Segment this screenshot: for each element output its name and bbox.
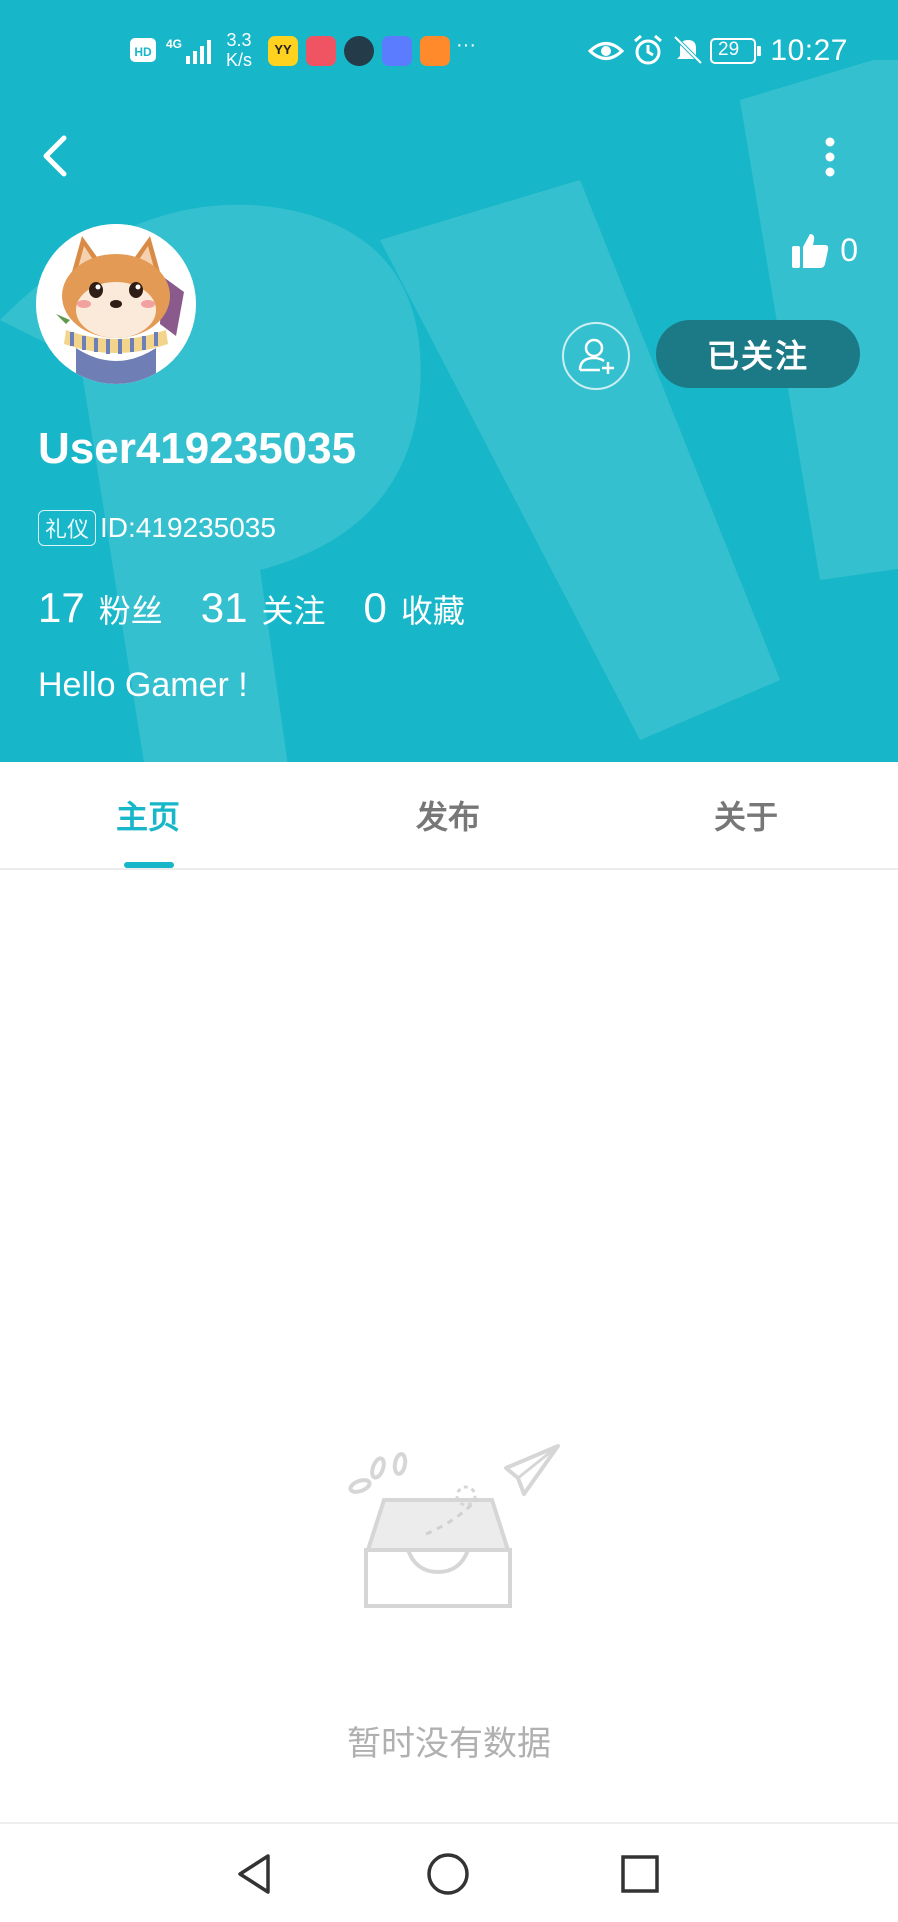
active-tab-indicator xyxy=(124,862,174,868)
profile-header: HD 4G 3.3 K/s YY ··· 29 10:27 0 已关注 User… xyxy=(0,0,898,762)
watermark-logo xyxy=(0,60,898,762)
profile-tabs: 主页 发布 关于 xyxy=(0,762,898,870)
avatar[interactable] xyxy=(36,224,196,384)
more-options-icon[interactable] xyxy=(812,132,848,182)
system-navigation-bar xyxy=(0,1822,898,1922)
browser-app-icon xyxy=(344,36,374,66)
username: User419235035 xyxy=(38,424,357,473)
signal-icon: 4G xyxy=(166,37,211,64)
shiba-dog-avatar-image xyxy=(36,224,196,384)
add-friend-button[interactable] xyxy=(562,322,630,390)
network-speed: 3.3 K/s xyxy=(226,30,253,70)
following-label[interactable]: 关注 xyxy=(261,586,325,632)
fans-label[interactable]: 粉丝 xyxy=(99,586,163,632)
music-app-icon xyxy=(382,36,412,66)
favorites-count[interactable]: 0 xyxy=(363,584,386,632)
thumbs-up-icon xyxy=(792,234,829,268)
like-button[interactable]: 0 xyxy=(790,228,858,272)
user-bio: Hello Gamer ! xyxy=(38,666,248,704)
tab-home[interactable]: 主页 xyxy=(48,792,248,838)
empty-state-message: 暂时没有数据 xyxy=(347,1725,551,1763)
following-count[interactable]: 31 xyxy=(201,584,248,632)
eye-icon xyxy=(588,42,624,60)
back-icon[interactable] xyxy=(36,128,76,184)
empty-inbox-illustration xyxy=(348,1444,560,1608)
svg-text:4G: 4G xyxy=(166,37,182,51)
nav-home-icon[interactable] xyxy=(420,1846,476,1902)
alarm-icon xyxy=(634,34,662,65)
mute-icon xyxy=(673,35,703,65)
video-app-icon xyxy=(420,36,450,66)
more-notifications-icon: ··· xyxy=(456,34,476,56)
book-app-icon xyxy=(306,36,336,66)
nav-recents-icon[interactable] xyxy=(612,1846,668,1902)
nav-back-icon[interactable] xyxy=(228,1846,284,1902)
yy-app-icon: YY xyxy=(268,36,298,66)
like-count: 0 xyxy=(840,231,858,268)
tab-about[interactable]: 关于 xyxy=(646,792,846,838)
profile-stats: 17 粉丝 31 关注 0 收藏 xyxy=(38,584,503,632)
battery-level: 29 xyxy=(718,39,740,60)
clock: 10:27 xyxy=(770,34,848,67)
fans-count[interactable]: 17 xyxy=(38,584,85,632)
add-user-icon xyxy=(578,338,614,374)
svg-text:HD: HD xyxy=(134,45,152,59)
favorites-label[interactable]: 收藏 xyxy=(401,586,465,632)
user-id: ID:419235035 xyxy=(100,512,276,543)
user-tag-badge: 礼仪 xyxy=(38,510,97,546)
user-id-row: 礼仪 ID:419235035 xyxy=(38,510,276,546)
status-bar: HD 4G 3.3 K/s YY ··· 29 10:27 xyxy=(0,0,898,100)
hd-icon: HD xyxy=(130,38,156,62)
tab-posts[interactable]: 发布 xyxy=(348,792,548,838)
following-button[interactable]: 已关注 xyxy=(656,320,860,388)
